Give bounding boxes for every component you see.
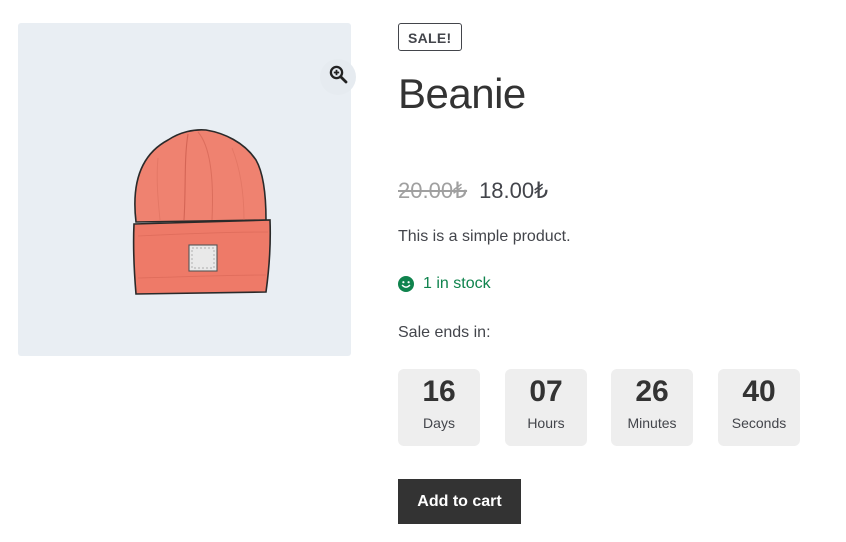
countdown-unit: Seconds [731,415,787,431]
sale-badge: SALE! [398,23,462,51]
countdown-value: 26 [635,375,669,408]
sale-ends-label: Sale ends in: [398,324,491,341]
product-price: 20.00₺ 18.00₺ [398,177,548,205]
countdown-value: 07 [529,375,563,408]
product-gallery [18,23,356,356]
zoom-button[interactable] [320,59,356,95]
countdown-hours: 07 Hours [505,369,587,446]
countdown-minutes: 26 Minutes [611,369,693,446]
countdown-value: 40 [742,375,776,408]
countdown-unit: Hours [527,415,565,431]
stock-text: 1 in stock [423,275,491,292]
smile-icon [398,276,414,292]
product-title: Beanie [398,70,526,117]
countdown-unit: Minutes [627,415,677,431]
countdown-value: 16 [422,375,456,408]
short-description: This is a simple product. [398,228,571,245]
sale-price: 18.00₺ [479,178,549,203]
regular-price: 20.00₺ [398,178,468,203]
countdown-unit: Days [423,415,455,431]
countdown-days: 16 Days [398,369,480,446]
beanie-image[interactable] [128,128,288,311]
countdown-seconds: 40 Seconds [718,369,800,446]
product-page: SALE! Beanie 20.00₺ 18.00₺ This is a simp… [0,0,846,542]
add-to-cart-button[interactable]: Add to cart [398,479,521,524]
stock-status: 1 in stock [398,273,491,295]
zoom-in-icon [329,65,348,89]
